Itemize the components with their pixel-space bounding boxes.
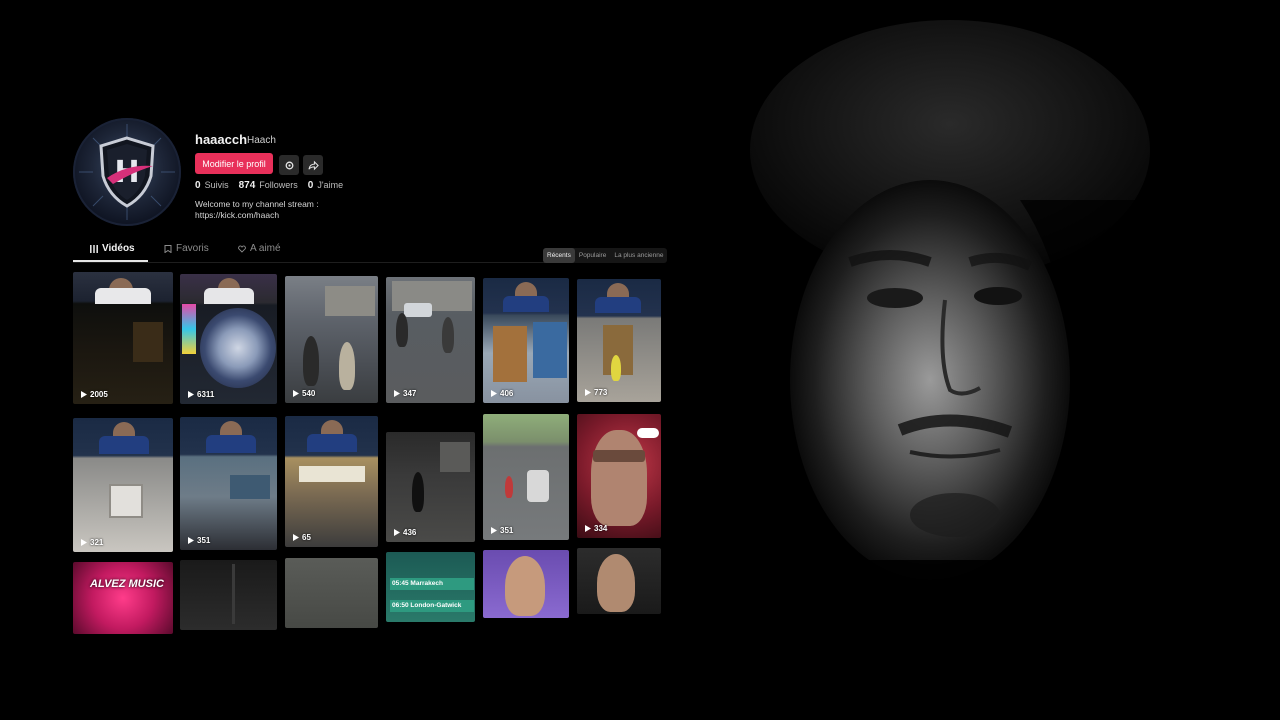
username: haaacch	[195, 132, 248, 147]
play-icon	[585, 389, 591, 396]
sort-recent[interactable]: Récents	[543, 248, 575, 263]
screen: H haaacch Haach Modifier le profil 0Suiv…	[0, 0, 1280, 720]
video-thumbnail[interactable]: 436	[386, 432, 475, 542]
stat-following[interactable]: 0 Suivis	[195, 180, 229, 191]
video-thumbnail[interactable]: 347	[386, 277, 475, 403]
share-arrow-icon	[307, 160, 319, 170]
view-count: 351	[188, 536, 210, 545]
departure-row: 06:50 London-Gatwick	[390, 600, 474, 612]
active-tab-indicator	[73, 260, 148, 262]
view-count: 406	[491, 389, 513, 398]
settings-button[interactable]	[279, 155, 299, 175]
profile-stats: 0 Suivis 874 Followers 0 J'aime	[195, 180, 343, 191]
share-button[interactable]	[303, 155, 323, 175]
stat-followers[interactable]: 874 Followers	[239, 180, 298, 191]
video-thumbnail[interactable]: 540	[285, 276, 378, 403]
video-thumbnail[interactable]: 351	[180, 417, 277, 550]
departure-row: 05:45 Marrakech	[390, 578, 474, 590]
play-icon	[188, 391, 194, 398]
view-count: 347	[394, 389, 416, 398]
grid-icon	[90, 244, 98, 253]
view-count: 6311	[188, 390, 214, 399]
video-thumbnail[interactable]: 334	[577, 414, 661, 538]
sort-oldest[interactable]: La plus ancienne	[610, 248, 667, 263]
play-icon	[81, 391, 87, 398]
portrait-image	[700, 0, 1280, 720]
video-thumbnail[interactable]	[285, 558, 378, 628]
play-icon	[188, 537, 194, 544]
profile-bio: Welcome to my channel stream : https://k…	[195, 199, 355, 221]
play-icon	[491, 527, 497, 534]
bio-link[interactable]: https://kick.com/haach	[195, 210, 355, 221]
video-thumbnail[interactable]: 773	[577, 279, 661, 402]
video-thumbnail[interactable]: 65	[285, 416, 378, 547]
view-count: 334	[585, 524, 607, 533]
bio-text: Welcome to my channel stream :	[195, 199, 319, 209]
view-count: 773	[585, 388, 607, 397]
tab-videos[interactable]: Vidéos	[90, 243, 135, 254]
video-thumbnail[interactable]: 05:45 Marrakech 06:50 London-Gatwick	[386, 552, 475, 622]
play-icon	[293, 534, 299, 541]
tab-favorites[interactable]: Favoris	[164, 243, 209, 254]
view-count: 65	[293, 533, 311, 542]
tab-liked[interactable]: A aimé	[238, 243, 281, 254]
sort-toggle: Récents Populaire La plus ancienne	[543, 248, 668, 263]
video-thumbnail[interactable]	[180, 560, 277, 630]
video-thumbnail[interactable]: 406	[483, 278, 569, 403]
view-count: 321	[81, 538, 103, 547]
play-icon	[491, 390, 497, 397]
stat-likes: 0 J'aime	[307, 180, 344, 191]
view-count: 540	[293, 389, 315, 398]
streamer-portrait	[700, 0, 1280, 720]
video-thumbnail[interactable]	[483, 550, 569, 618]
view-count: 351	[491, 526, 513, 535]
heart-icon	[238, 244, 246, 253]
bookmark-icon	[164, 244, 172, 253]
play-icon	[394, 529, 400, 536]
thumbnail-title: ALVEZ MUSIC	[90, 578, 164, 590]
play-icon	[585, 525, 591, 532]
profile-avatar[interactable]: H	[73, 118, 181, 226]
gear-icon	[285, 161, 293, 169]
display-name: Haach	[247, 135, 276, 146]
video-thumbnail[interactable]: ALVEZ MUSIC	[73, 562, 173, 634]
play-icon	[81, 539, 87, 546]
profile-panel: H haaacch Haach Modifier le profil 0Suiv…	[0, 0, 700, 720]
view-count: 2005	[81, 390, 108, 399]
video-thumbnail[interactable]	[577, 548, 661, 614]
edit-profile-button[interactable]: Modifier le profil	[195, 153, 273, 174]
shield-logo-icon: H	[79, 124, 175, 220]
sort-popular[interactable]: Populaire	[575, 248, 610, 263]
play-icon	[394, 390, 400, 397]
video-thumbnail[interactable]: 2005	[73, 272, 173, 404]
view-count: 436	[394, 528, 416, 537]
video-thumbnail[interactable]: 321	[73, 418, 173, 552]
play-icon	[293, 390, 299, 397]
video-thumbnail[interactable]: 351	[483, 414, 569, 540]
video-thumbnail[interactable]: 6311	[180, 274, 277, 404]
